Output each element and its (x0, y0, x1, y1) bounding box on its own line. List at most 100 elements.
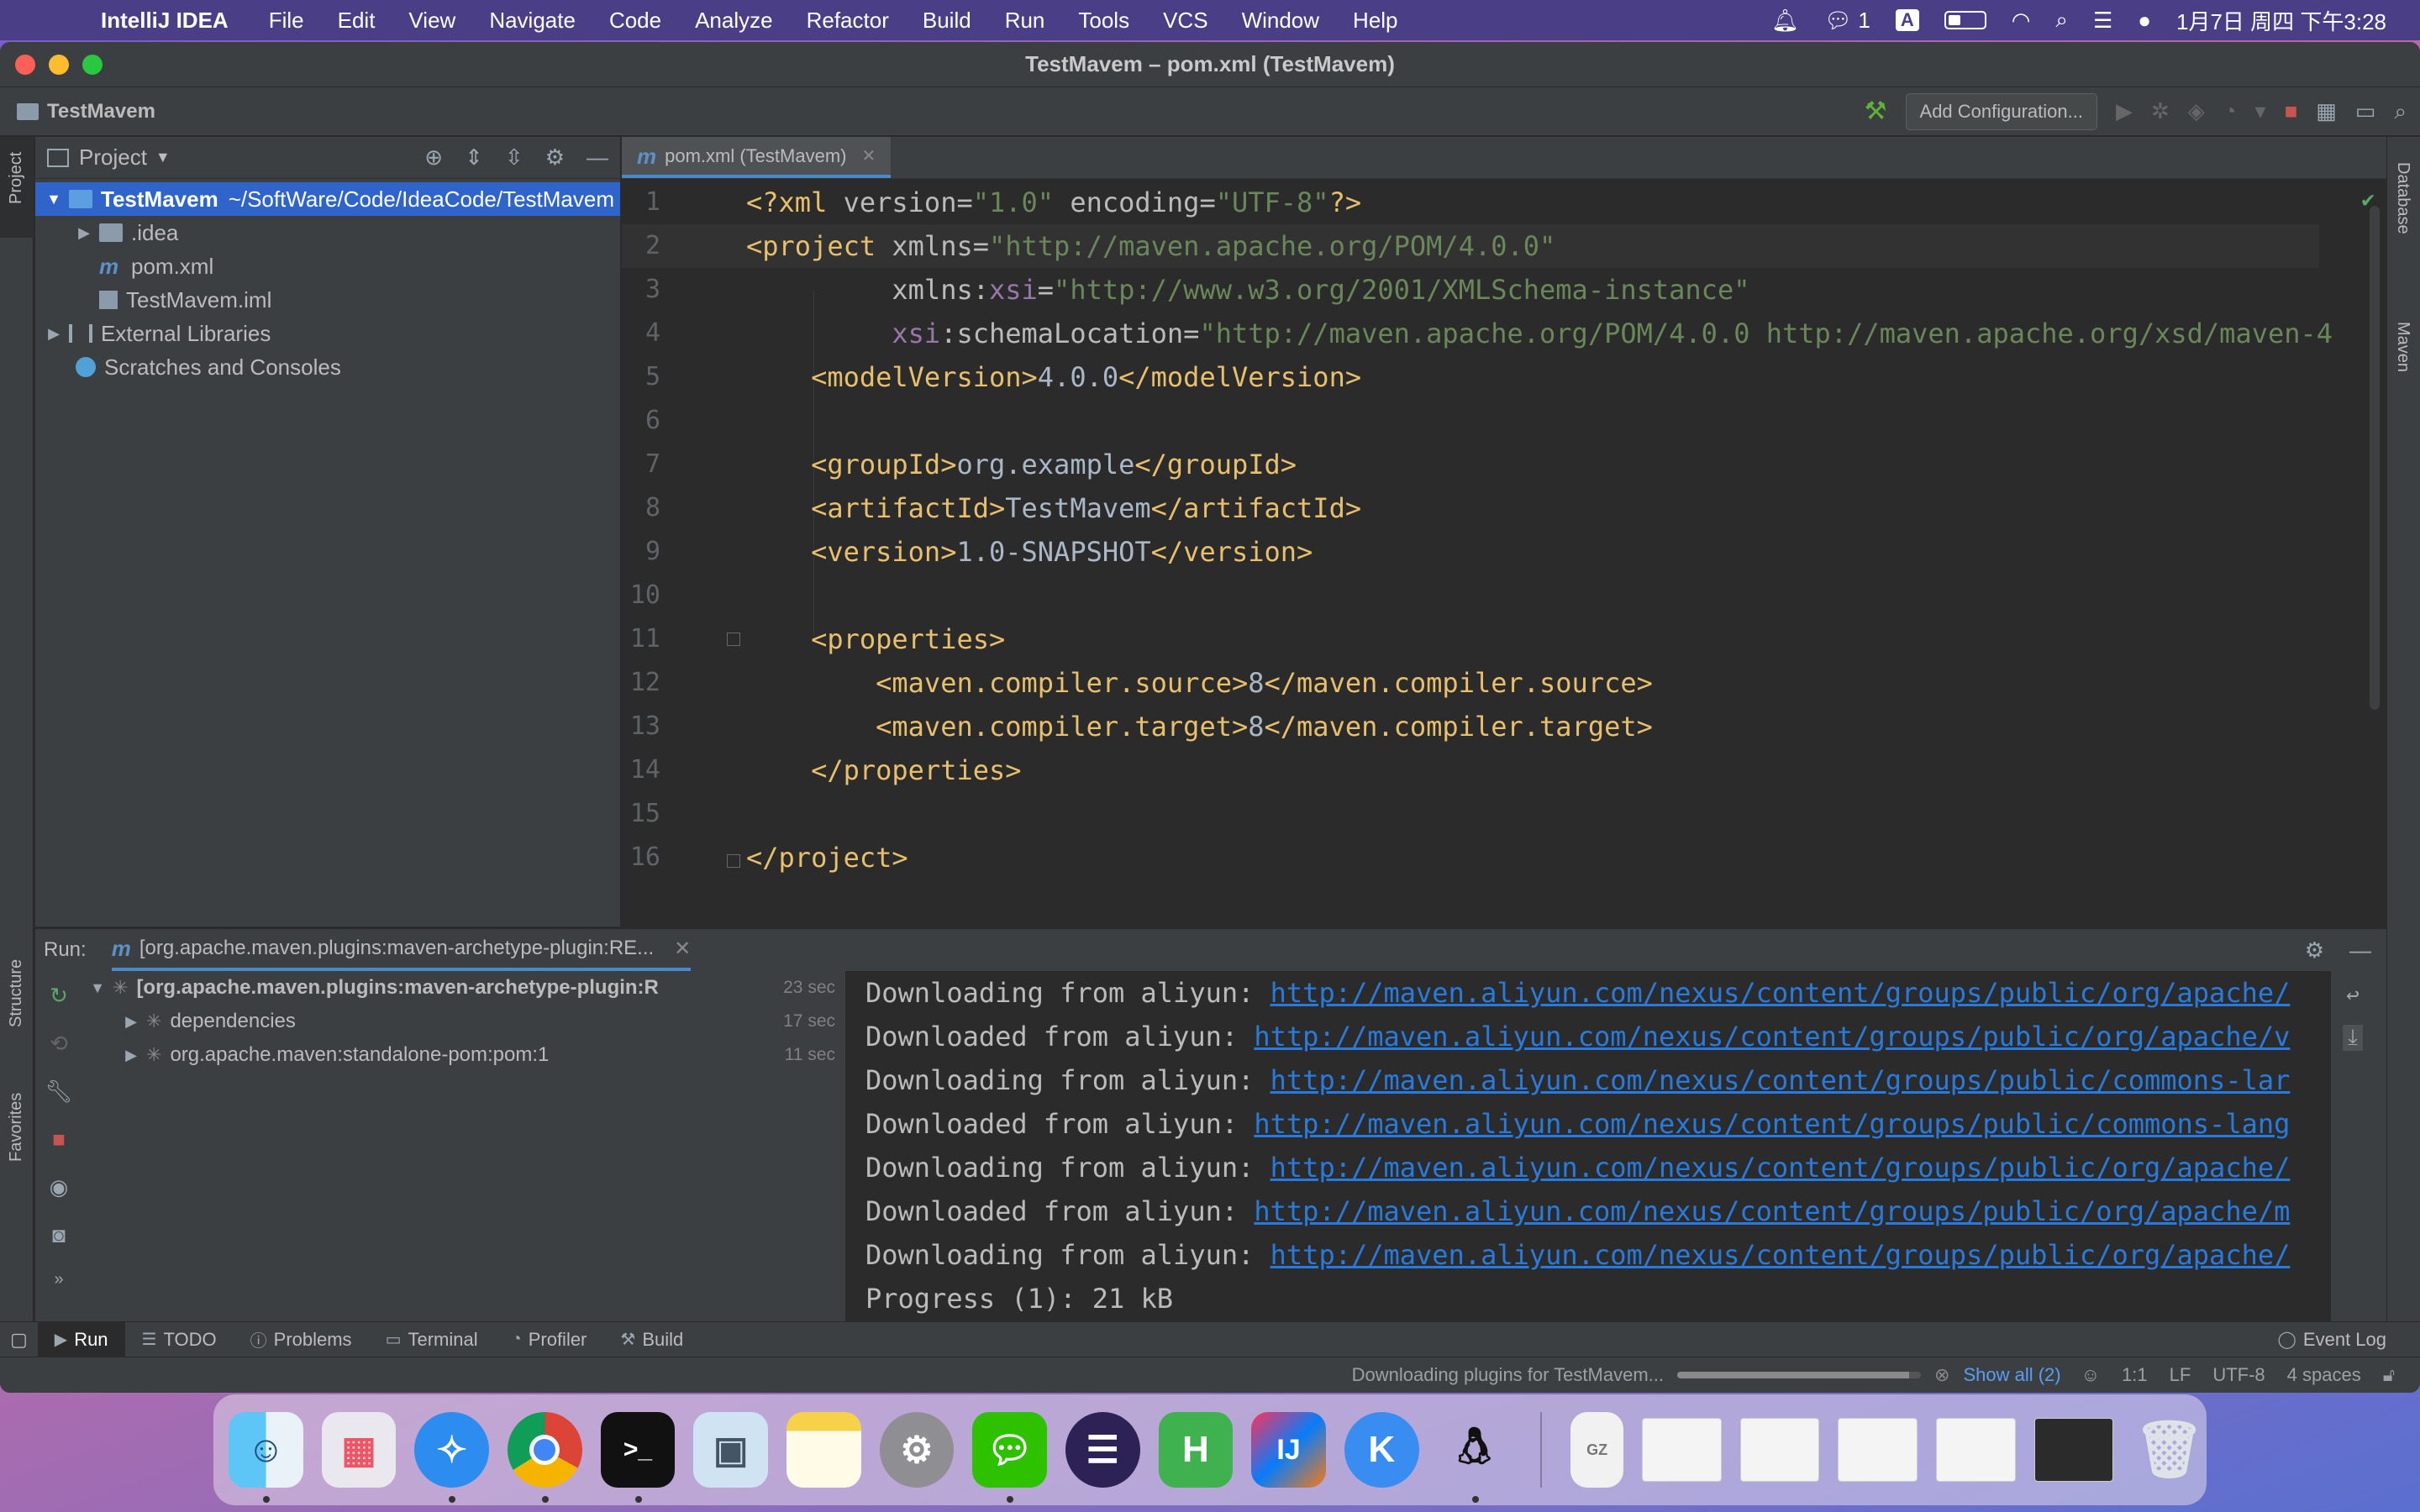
notes-icon[interactable] (786, 1412, 861, 1488)
console-link[interactable]: http://maven.aliyun.com/nexus/content/gr… (1270, 1152, 2291, 1184)
structure-tool-button[interactable]: Structure (7, 959, 26, 1027)
stop-icon[interactable]: ■ (52, 1126, 66, 1152)
menu-run[interactable]: Run (988, 8, 1062, 34)
menu-help[interactable]: Help (1336, 8, 1414, 34)
tree-item-standalone-pom[interactable]: ▶ ✳ org.apache.maven:standalone-pom:pom:… (84, 1038, 844, 1072)
tree-item-project-root[interactable]: ▼ TestMavem ~/SoftWare/Code/IdeaCode/Tes… (35, 182, 620, 216)
hbuilder-icon[interactable]: H (1158, 1412, 1234, 1488)
run-icon[interactable]: ▶ (2116, 98, 2133, 124)
code-area[interactable]: ✔ 1 <?xml version="1.0" encoding="UTF-8"?… (622, 181, 2386, 952)
fold-marker-icon[interactable] (727, 633, 740, 646)
menu-refactor[interactable]: Refactor (790, 8, 906, 34)
tree-item-dependencies[interactable]: ▶ ✳ dependencies 17 sec (84, 1005, 844, 1038)
wechat-status-icon[interactable]: 💬︎ 1 (1824, 8, 1870, 34)
recent-window-thumbnail[interactable] (2033, 1418, 2114, 1482)
tree-item-build-root[interactable]: ▼ ✳ [org.apache.maven.plugins:maven-arch… (84, 971, 844, 1005)
fold-marker-icon[interactable] (727, 854, 740, 868)
rerun-failed-icon[interactable]: ⟲ (50, 1031, 68, 1057)
chevron-down-icon[interactable]: ▼ (155, 149, 171, 166)
tree-item-idea[interactable]: ▶ .idea (35, 216, 620, 249)
caret-position[interactable]: 1:1 (2122, 1364, 2148, 1386)
zoom-window-button[interactable] (82, 54, 103, 75)
run-tab[interactable]: m [org.apache.maven.plugins:maven-archet… (111, 929, 692, 971)
console-output[interactable]: Downloading from aliyun: http://maven.al… (845, 971, 2375, 1322)
close-window-button[interactable] (15, 54, 35, 75)
console-link[interactable]: http://maven.aliyun.com/nexus/content/gr… (1254, 1108, 2290, 1140)
database-tool-button[interactable]: Database (2393, 162, 2412, 234)
recent-window-thumbnail[interactable] (1838, 1418, 1918, 1482)
problems-tool-button[interactable]: ⓘ Problems (234, 1322, 369, 1357)
system-preferences-icon[interactable]: ⚙ (879, 1412, 955, 1488)
app-menu-name[interactable]: IntelliJ IDEA (67, 8, 252, 34)
preview-icon[interactable]: ▣ (693, 1412, 768, 1488)
menu-navigate[interactable]: Navigate (472, 8, 592, 34)
line-separator[interactable]: LF (2170, 1364, 2191, 1386)
console-link[interactable]: http://maven.aliyun.com/nexus/content/gr… (1270, 977, 2291, 1009)
chrome-icon[interactable] (507, 1412, 582, 1503)
project-structure-icon[interactable]: ▦ (2316, 98, 2337, 124)
layout-toggle-icon[interactable]: ▢ (0, 1322, 38, 1357)
coverage-icon[interactable]: ◈ (2188, 98, 2205, 124)
k-app-icon[interactable]: K (1344, 1412, 1419, 1488)
menu-window[interactable]: Window (1225, 8, 1336, 34)
indent-setting[interactable]: 4 spaces (2287, 1364, 2361, 1386)
background-task-label[interactable]: Downloading plugins for TestMavem... (1352, 1364, 1664, 1386)
breadcrumb-project[interactable]: TestMavem (47, 100, 155, 123)
favorites-tool-button[interactable]: Favorites (7, 1093, 26, 1162)
terminal-icon[interactable]: >_ (600, 1412, 676, 1503)
event-log-button[interactable]: ◯ Event Log (2261, 1322, 2420, 1357)
lock-icon[interactable]: 🔓︎ (2383, 1364, 2395, 1386)
notification-bell-icon[interactable]: 🔔︎ (1771, 8, 1799, 34)
hide-panel-icon[interactable]: — (587, 144, 608, 171)
cancel-task-icon[interactable]: ⊗ (1934, 1364, 1949, 1386)
locate-icon[interactable]: ⊕ (424, 144, 443, 171)
wrench-icon[interactable]: 🔧︎ (45, 1079, 72, 1105)
search-everywhere-icon[interactable]: ⌕ (2394, 98, 2407, 125)
rerun-icon[interactable]: ↻ (50, 983, 68, 1009)
tree-item-external-libraries[interactable]: ▶ External Libraries (35, 317, 620, 350)
battery-icon[interactable] (1944, 11, 1986, 29)
expand-all-icon[interactable]: ⇕ (465, 144, 483, 171)
gear-icon[interactable]: ⚙ (2305, 937, 2324, 963)
qq-icon[interactable]: 🐧︎ (1438, 1412, 1512, 1503)
collapse-all-icon[interactable]: ⇳ (505, 144, 523, 171)
file-encoding[interactable]: UTF-8 (2212, 1364, 2265, 1386)
spotlight-search-icon[interactable]: ⌕ (2055, 7, 2068, 34)
recent-window-thumbnail[interactable] (1642, 1418, 1722, 1482)
chevron-right-icon[interactable]: ▶ (76, 224, 92, 242)
build-hammer-icon[interactable]: ⚒ (1865, 97, 1887, 126)
chevron-down-icon[interactable]: ▼ (45, 191, 62, 208)
safari-icon[interactable]: ✧ (414, 1412, 489, 1503)
close-tab-icon[interactable]: ✕ (674, 937, 691, 961)
build-tool-button[interactable]: ⚒ Build (603, 1322, 700, 1357)
close-tab-icon[interactable]: ✕ (861, 145, 876, 166)
chevron-right-icon[interactable]: ▶ (45, 325, 62, 343)
project-view-selector[interactable]: Project (79, 144, 147, 171)
gear-icon[interactable]: ⚙ (545, 144, 565, 171)
debug-icon[interactable]: ✲ (2151, 98, 2170, 124)
console-link[interactable]: http://maven.aliyun.com/nexus/content/gr… (1270, 1064, 2291, 1096)
menu-file[interactable]: File (252, 8, 321, 34)
eclipse-icon[interactable]: ☰ (1065, 1412, 1140, 1488)
recent-window-thumbnail[interactable] (1739, 1418, 1820, 1482)
finder-icon[interactable]: ☺ (229, 1412, 303, 1503)
menubar-clock[interactable]: 1月7日 周四 下午3:28 (2176, 5, 2386, 36)
tab-pom-xml[interactable]: m pom.xml (TestMavem) ✕ (622, 137, 892, 178)
wifi-icon[interactable]: ◠ (2012, 8, 2031, 34)
hide-panel-icon[interactable]: — (2349, 937, 2371, 963)
console-link[interactable]: http://maven.aliyun.com/nexus/content/gr… (1270, 1239, 2291, 1271)
menu-analyze[interactable]: Analyze (678, 8, 790, 34)
intellij-icon[interactable]: IJ (1251, 1412, 1326, 1488)
profile-icon[interactable]: ◔ (2223, 98, 2237, 124)
console-link[interactable]: http://maven.aliyun.com/nexus/content/gr… (1254, 1021, 2290, 1053)
menu-build[interactable]: Build (906, 8, 988, 34)
todo-tool-button[interactable]: ☰ TODO (125, 1322, 234, 1357)
breadcrumb[interactable]: TestMavem (17, 100, 155, 123)
more-icon[interactable]: » (54, 1270, 63, 1289)
chevron-right-icon[interactable]: ▶ (123, 1013, 139, 1031)
stop-icon[interactable]: ■ (2285, 98, 2298, 124)
presentation-icon[interactable]: ▭ (2355, 98, 2376, 124)
run-dropdown-icon[interactable]: ▾ (2255, 98, 2266, 124)
scroll-to-end-icon[interactable]: ⤓ (2343, 1025, 2363, 1051)
control-center-icon[interactable]: ☰ (2093, 8, 2112, 34)
